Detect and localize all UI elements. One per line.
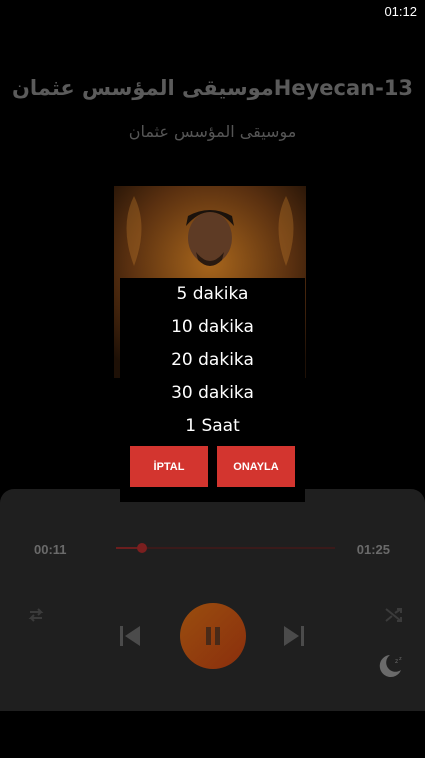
sleep-timer-button[interactable]: z z [374, 650, 406, 682]
shuffle-icon [385, 608, 402, 622]
repeat-button[interactable] [22, 603, 50, 627]
seek-bar[interactable] [116, 543, 335, 553]
confirm-button[interactable]: ONAYLA [217, 446, 295, 487]
sleep-option-1-hour[interactable]: 1 Saat [120, 410, 305, 443]
skip-previous-icon [120, 626, 140, 646]
player-panel [0, 489, 425, 711]
next-button[interactable] [278, 620, 310, 652]
sleep-option-20-min[interactable]: 20 dakika [120, 344, 305, 377]
song-artist: موسيقى المؤسس عثمان [128, 122, 297, 141]
sleep-timer-icon: z z [379, 655, 402, 677]
sleep-option-5-min[interactable]: 5 dakika [120, 278, 305, 311]
status-time: 01:12 [384, 4, 417, 19]
previous-button[interactable] [114, 620, 146, 652]
shuffle-button[interactable] [380, 603, 408, 627]
sleep-option-30-min[interactable]: 30 dakika [120, 377, 305, 410]
sleep-timer-dialog: 5 dakika 10 dakika 20 dakika 30 dakika 1… [120, 278, 305, 502]
svg-text:z: z [399, 656, 402, 662]
total-time: 01:25 [356, 542, 390, 557]
play-pause-button[interactable] [180, 603, 246, 669]
repeat-icon [28, 608, 44, 622]
cancel-button[interactable]: İPTAL [130, 446, 208, 487]
elapsed-time: 00:11 [34, 542, 67, 557]
song-title: موسيقى المؤسس عثمانHeyecan-13 [11, 76, 414, 100]
pause-icon [206, 627, 220, 645]
status-bar: 01:12 [0, 0, 425, 24]
svg-text:z: z [395, 658, 398, 665]
sleep-option-10-min[interactable]: 10 dakika [120, 311, 305, 344]
skip-next-icon [284, 626, 304, 646]
